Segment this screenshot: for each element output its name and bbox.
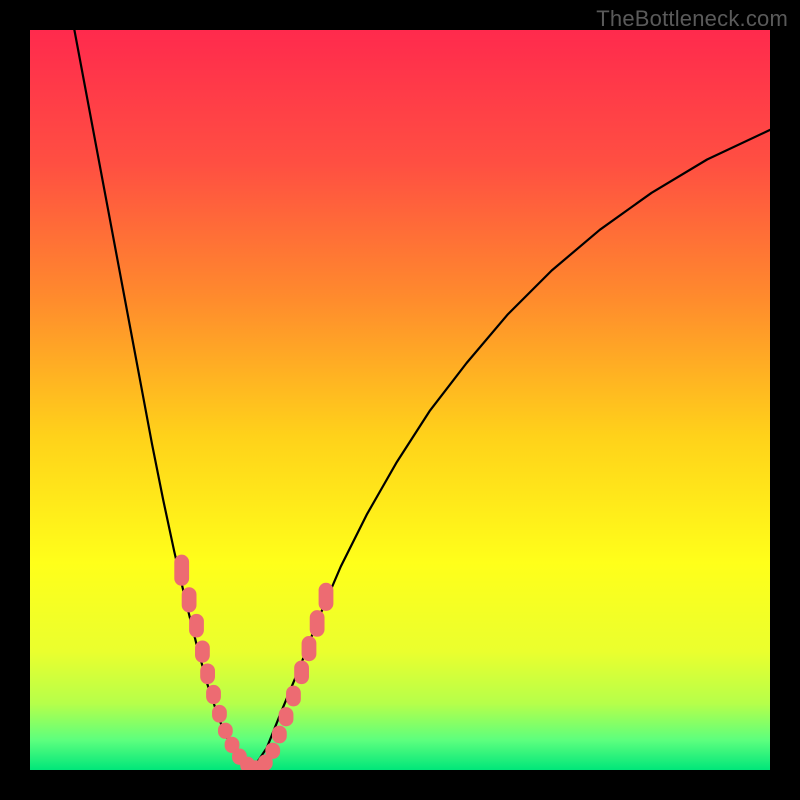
marker-dot: [174, 555, 189, 586]
marker-dot: [206, 685, 221, 704]
marker-dot: [212, 705, 227, 723]
curves-layer: [30, 30, 770, 770]
marker-dot: [286, 686, 301, 707]
chart-frame: TheBottleneck.com: [0, 0, 800, 800]
marker-dot: [310, 610, 325, 637]
marker-dot: [218, 723, 233, 739]
marker-dot: [200, 663, 215, 684]
marker-dot: [319, 583, 334, 611]
watermark-text: TheBottleneck.com: [596, 6, 788, 32]
plot-area: [30, 30, 770, 770]
marker-dot: [294, 660, 309, 684]
marker-dot: [189, 614, 204, 638]
marker-dot: [302, 636, 317, 661]
marker-dot: [279, 707, 294, 726]
series-right-curve: [252, 130, 770, 770]
marker-dot: [182, 587, 197, 612]
marker-dot: [265, 743, 280, 759]
marker-dot: [272, 726, 287, 744]
marker-dot: [195, 641, 210, 663]
series-left-curve: [74, 30, 252, 770]
